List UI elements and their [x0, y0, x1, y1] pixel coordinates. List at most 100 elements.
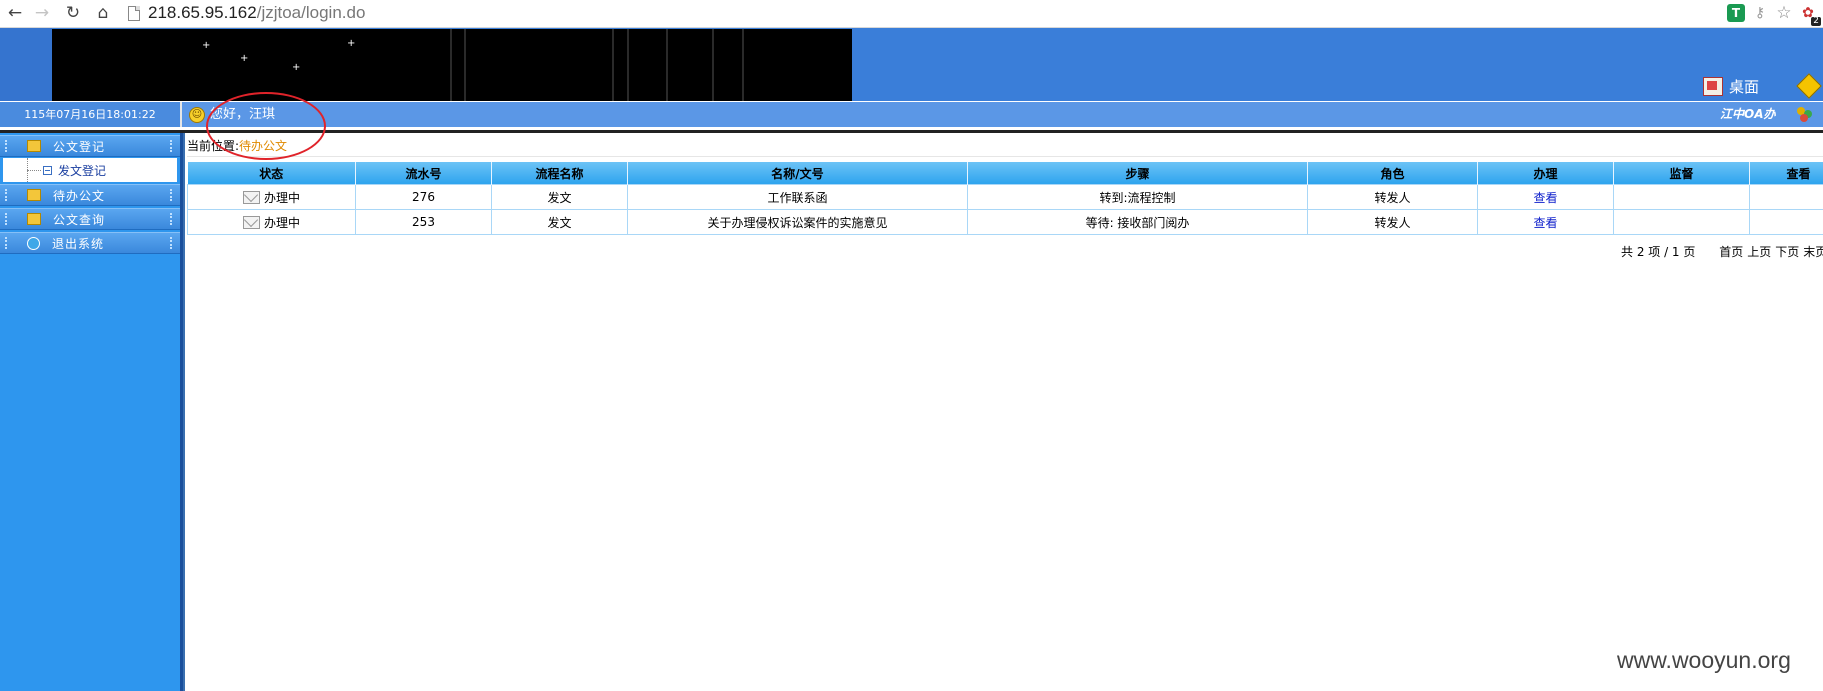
desktop-label: 桌面 — [1729, 78, 1760, 96]
grip-icon — [170, 140, 174, 152]
key-icon[interactable]: ⚷ — [1751, 4, 1769, 22]
banner-left-stripe — [0, 28, 52, 101]
sidebar-item-document-query[interactable]: 公文查询 — [0, 208, 180, 230]
column-header-process[interactable]: 流程名称 — [491, 162, 628, 185]
sidebar-item-label: 待办公文 — [53, 188, 106, 203]
banner-line — [464, 29, 466, 101]
sidebar-item-label: 退出系统 — [52, 236, 105, 251]
star-decoration: + — [292, 62, 301, 73]
pager-summary: 共 2 项 / 1 页 — [1621, 245, 1696, 259]
handle-cell: 查看 — [1477, 184, 1614, 210]
grip-icon — [5, 189, 9, 201]
sidebar-item-exit-system[interactable]: 退出系统 — [0, 232, 180, 254]
handle-view-link[interactable]: 查看 — [1533, 216, 1557, 230]
supervise-cell — [1613, 209, 1750, 235]
address-bar[interactable]: 218.65.95.162/jzjtoa/login.do — [124, 1, 1723, 25]
tree-line — [27, 158, 28, 182]
grip-icon — [5, 140, 9, 152]
column-header-supervise[interactable]: 监督 — [1613, 162, 1750, 185]
banner-line — [742, 29, 744, 101]
status-cell: 办理中 — [187, 184, 356, 210]
handle-view-link[interactable]: 查看 — [1533, 191, 1557, 205]
column-header-status[interactable]: 状态 — [187, 162, 356, 185]
prev-page-link[interactable]: 上页 — [1747, 245, 1771, 259]
handle-cell: 查看 — [1477, 209, 1614, 235]
sidebar-item-outgoing-register[interactable]: 发文登记 — [3, 158, 177, 182]
sidebar-item-label: 公文登记 — [53, 139, 106, 154]
next-page-link[interactable]: 下页 — [1775, 245, 1799, 259]
column-header-role[interactable]: 角色 — [1307, 162, 1478, 185]
home-icon[interactable]: ⌂ — [92, 2, 114, 24]
bookmark-star-icon[interactable]: ☆ — [1775, 4, 1793, 22]
back-arrow-icon[interactable]: ← — [4, 2, 26, 24]
star-decoration: + — [240, 53, 249, 64]
first-page-link[interactable]: 首页 — [1719, 245, 1743, 259]
grip-icon — [170, 213, 174, 225]
title-cell: 工作联系函 — [627, 184, 968, 210]
status-cell: 办理中 — [187, 209, 356, 235]
url-path: /jzjtoa/login.do — [256, 3, 366, 22]
oa-logo: 江中OA办 — [1720, 107, 1776, 121]
supervise-cell — [1613, 184, 1750, 210]
status-text: 办理中 — [263, 190, 300, 205]
datetime-display: 115年07月16日18:01:22 — [0, 102, 182, 127]
column-header-step[interactable]: 步骤 — [967, 162, 1308, 185]
watermark: www.wooyun.org — [1617, 647, 1791, 673]
pager: 共 2 项 / 1 页 首页 上页 下页 末页 — [1621, 243, 1823, 260]
extension-badge-icon[interactable]: ✿ 2 — [1799, 4, 1821, 26]
sidebar-item-label: 发文登记 — [58, 163, 107, 178]
banner-line — [712, 29, 714, 101]
banner-line — [450, 29, 452, 101]
column-header-title[interactable]: 名称/文号 — [627, 162, 968, 185]
main-content: 当前位置:待办公文 状态 流水号 流程名称 名称/文号 步骤 角色 办理 监督 … — [183, 133, 1823, 691]
page-icon — [128, 5, 140, 21]
banner-line — [627, 29, 629, 101]
banner-image: + + + + — [52, 29, 852, 101]
serial-cell: 276 — [355, 184, 492, 210]
star-decoration: + — [202, 40, 211, 51]
tree-node-icon — [43, 165, 52, 175]
last-page-link[interactable]: 末页 — [1803, 245, 1823, 259]
status-text: 办理中 — [263, 215, 300, 230]
role-cell: 转发人 — [1307, 184, 1478, 210]
column-header-serial[interactable]: 流水号 — [355, 162, 492, 185]
exit-icon — [27, 236, 40, 250]
exit-sign-icon[interactable] — [1796, 73, 1822, 99]
banner-line — [666, 29, 668, 101]
column-header-view[interactable]: 查看 — [1749, 162, 1823, 185]
browser-toolbar: ← → ↻ ⌂ 218.65.95.162/jzjtoa/login.do T … — [0, 0, 1823, 28]
view-cell: 流程 — [1749, 209, 1823, 235]
pending-documents-table: 状态 流水号 流程名称 名称/文号 步骤 角色 办理 监督 查看 办理中 276… — [187, 162, 1823, 235]
grip-icon — [170, 237, 174, 249]
annotation-circle — [206, 92, 326, 160]
url-host: 218.65.95.162 — [148, 3, 257, 22]
smiley-icon: ☺ — [189, 107, 205, 123]
sidebar-item-pending-documents[interactable]: 待办公文 — [0, 184, 180, 206]
forward-arrow-icon[interactable]: → — [31, 2, 53, 24]
tree-line — [27, 169, 41, 171]
grip-icon — [5, 213, 9, 225]
online-users-icon[interactable] — [1797, 107, 1813, 122]
star-decoration: + — [347, 38, 356, 49]
shield-extension-icon[interactable]: T — [1727, 4, 1745, 22]
column-header-handle[interactable]: 办理 — [1477, 162, 1614, 185]
folder-icon — [27, 213, 41, 225]
serial-cell: 253 — [355, 209, 492, 235]
table-row: 办理中 253 发文 关于办理侵权诉讼案件的实施意见 等待: 接收部门阅办 转发… — [187, 209, 1823, 235]
top-banner: + + + + 桌面 — [0, 28, 1823, 101]
url-text[interactable]: 218.65.95.162/jzjtoa/login.do — [148, 3, 365, 23]
process-cell: 发文 — [491, 184, 628, 210]
desktop-link[interactable]: 桌面 — [1703, 76, 1759, 97]
table-row: 办理中 276 发文 工作联系函 转到:流程控制 转发人 查看 流程 — [187, 184, 1823, 210]
view-cell: 流程 — [1749, 184, 1823, 210]
folder-icon — [27, 140, 41, 152]
grip-icon — [5, 237, 9, 249]
sidebar-item-label: 公文查询 — [53, 212, 106, 227]
reload-icon[interactable]: ↻ — [62, 2, 84, 24]
badge-count: 2 — [1811, 16, 1821, 26]
envelope-icon — [242, 190, 260, 204]
breadcrumb: 当前位置:待办公文 — [187, 136, 1823, 157]
desktop-icon — [1703, 77, 1723, 96]
banner-line — [612, 29, 614, 101]
sidebar-item-document-register[interactable]: 公文登记 — [0, 135, 180, 157]
